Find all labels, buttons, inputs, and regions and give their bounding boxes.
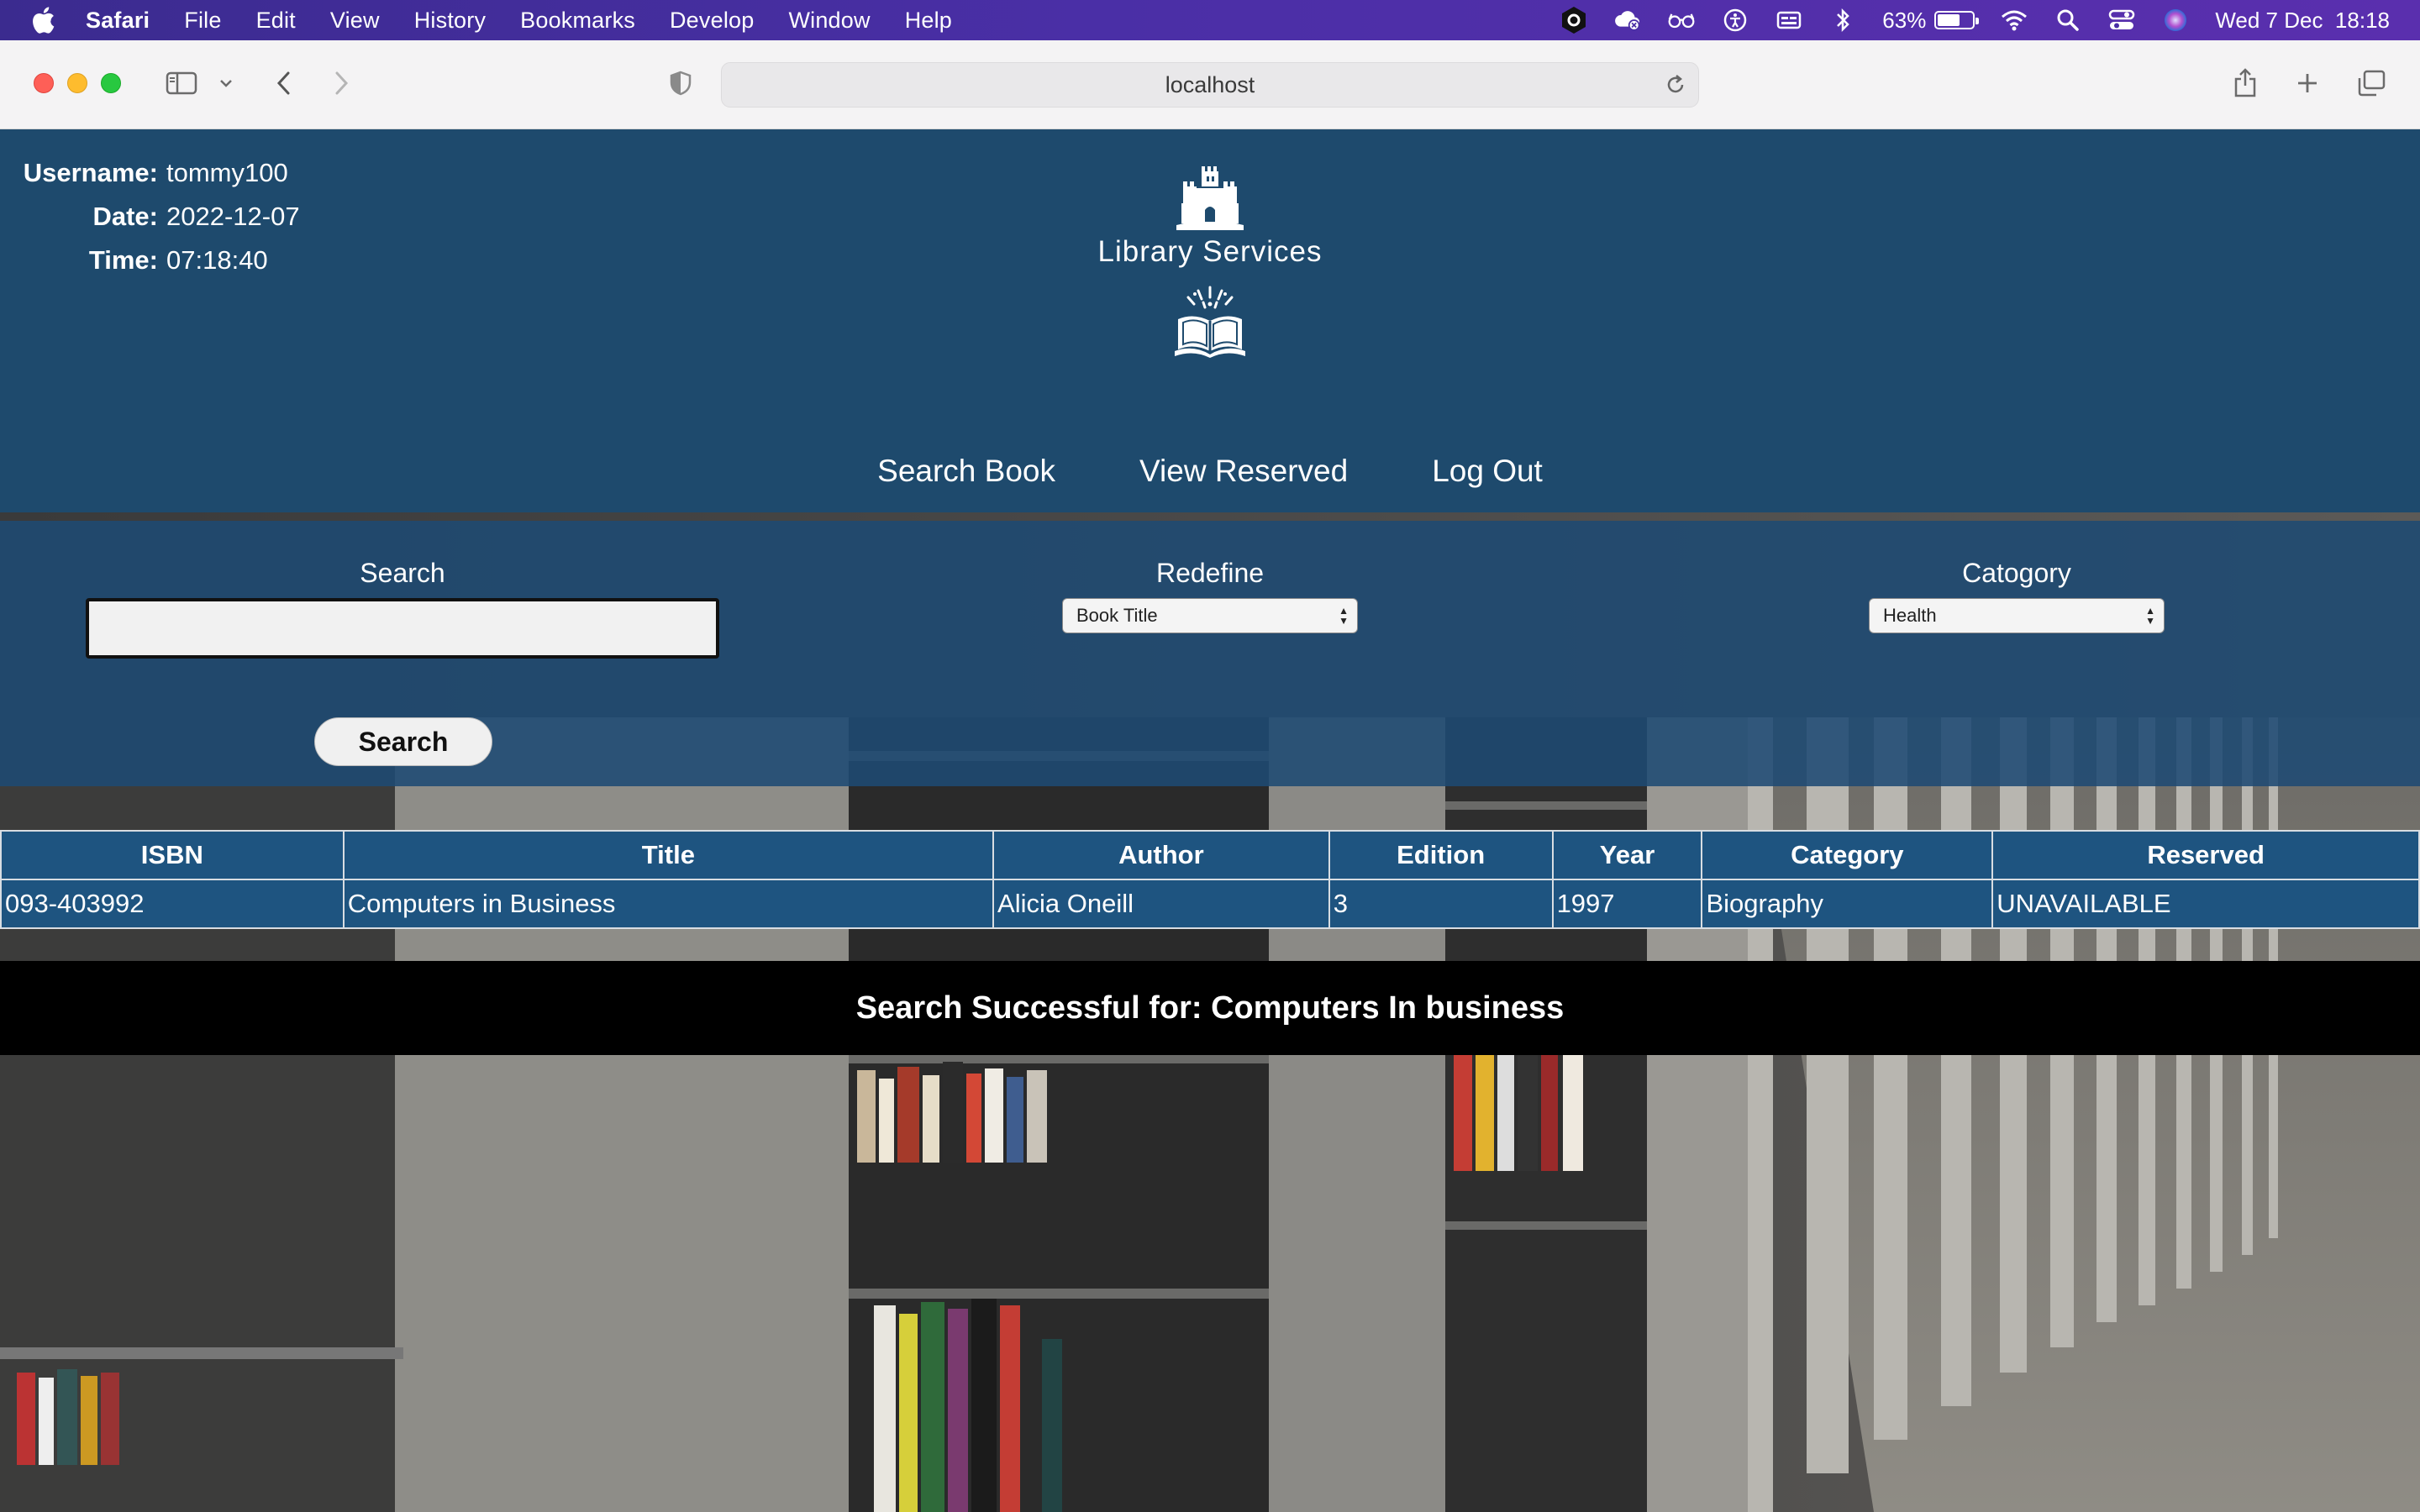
shield-icon[interactable] <box>667 64 694 102</box>
browser-toolbar: localhost <box>0 40 2420 129</box>
spotlight-search-icon[interactable] <box>2054 6 2082 34</box>
search-status-message: Search Successful for: Computers In busi… <box>0 961 2420 1055</box>
time-value: 07:18:40 <box>166 245 268 275</box>
main-nav: Search Book View Reserved Log Out <box>0 454 2420 489</box>
column-header-title[interactable]: Title <box>342 830 995 880</box>
battery-icon <box>1934 11 1980 29</box>
nav-log-out[interactable]: Log Out <box>1432 454 1543 489</box>
control-center-icon[interactable] <box>2107 6 2136 34</box>
reload-icon[interactable] <box>1665 73 1686 102</box>
column-header-reserved[interactable]: Reserved <box>1991 830 2420 880</box>
menu-app-name[interactable]: Safari <box>86 8 150 34</box>
share-icon[interactable] <box>2230 64 2260 102</box>
apple-menu-icon[interactable] <box>32 6 57 34</box>
table-header-row: ISBN Title Author Edition Year Category … <box>0 830 2420 880</box>
redefine-select[interactable]: Book Title ▲ ▼ <box>1062 598 1358 633</box>
hexagon-app-icon[interactable] <box>1560 6 1588 34</box>
cell-category: Biography <box>1701 879 1994 929</box>
column-header-year[interactable]: Year <box>1551 830 1703 880</box>
time-label: Time: <box>88 245 158 275</box>
select-arrows-icon: ▲ ▼ <box>1339 605 1349 627</box>
nav-view-reserved[interactable]: View Reserved <box>1139 454 1348 489</box>
column-header-edition[interactable]: Edition <box>1328 830 1554 880</box>
open-book-logo-icon <box>1173 286 1247 362</box>
category-select[interactable]: Health ▲ ▼ <box>1869 598 2165 633</box>
cell-title: Computers in Business <box>342 879 995 929</box>
accessibility-icon[interactable] <box>1721 6 1749 34</box>
column-header-author[interactable]: Author <box>992 830 1330 880</box>
menu-file[interactable]: File <box>184 8 221 34</box>
tab-overview-icon[interactable] <box>2354 64 2388 102</box>
search-input[interactable] <box>86 598 719 659</box>
glasses-icon[interactable] <box>1667 6 1696 34</box>
minimize-window-button[interactable] <box>67 73 87 93</box>
castle-logo-icon <box>1176 165 1244 234</box>
search-label: Search <box>360 558 445 588</box>
menu-bar-clock[interactable]: Wed 7 Dec 18:18 <box>2215 8 2390 34</box>
column-header-category[interactable]: Category <box>1701 830 1994 880</box>
select-arrows-icon: ▲ ▼ <box>2145 605 2155 627</box>
battery-percent: 63% <box>1882 7 1927 33</box>
username-label: Username: <box>23 158 158 187</box>
site-title: Library Services <box>1097 235 1323 268</box>
bluetooth-icon[interactable] <box>1828 6 1857 34</box>
close-window-button[interactable] <box>34 73 54 93</box>
cell-edition: 3 <box>1328 879 1554 929</box>
back-icon[interactable] <box>271 64 296 102</box>
cell-isbn: 093-403992 <box>0 879 345 929</box>
new-tab-icon[interactable] <box>2292 64 2323 102</box>
cell-author: Alicia Oneill <box>992 879 1330 929</box>
wifi-icon[interactable] <box>2000 6 2028 34</box>
menu-bar-status-area: 63% Wed 7 Dec 18:18 <box>1560 0 2390 40</box>
menu-window[interactable]: Window <box>788 8 870 34</box>
keyboard-icon[interactable] <box>1775 6 1803 34</box>
menu-edit[interactable]: Edit <box>256 8 296 34</box>
sidebar-icon[interactable] <box>163 64 200 102</box>
cell-reserved[interactable]: UNAVAILABLE <box>1991 879 2420 929</box>
menu-history[interactable]: History <box>414 8 486 34</box>
results-table: ISBN Title Author Edition Year Category … <box>0 830 2420 929</box>
time-row: Time: 07:18:40 <box>17 239 300 282</box>
creative-cloud-icon[interactable] <box>1613 6 1642 34</box>
menu-develop[interactable]: Develop <box>670 8 754 34</box>
address-bar[interactable]: localhost <box>721 62 1699 108</box>
username-value: tommy100 <box>166 158 288 187</box>
table-row[interactable]: 093-403992 Computers in Business Alicia … <box>0 879 2420 929</box>
cell-year: 1997 <box>1551 879 1703 929</box>
redefine-label: Redefine <box>1155 558 1265 588</box>
chevron-down-icon[interactable] <box>217 64 235 102</box>
search-panel: Search Search Redefine Book Title ▲ ▼ Cat… <box>0 521 2420 786</box>
battery-indicator[interactable]: 63% <box>1882 7 1980 34</box>
username-row: Username: tommy100 <box>17 151 300 195</box>
zoom-window-button[interactable] <box>101 73 121 93</box>
menu-bookmarks[interactable]: Bookmarks <box>520 8 635 34</box>
date-value: 2022-12-07 <box>166 202 300 231</box>
menu-view[interactable]: View <box>330 8 380 34</box>
redefine-selected-value: Book Title <box>1076 605 1158 626</box>
nav-search-book[interactable]: Search Book <box>877 454 1055 489</box>
search-button[interactable]: Search <box>314 717 492 766</box>
forward-icon[interactable] <box>329 64 355 102</box>
category-selected-value: Health <box>1883 605 1937 626</box>
web-page: Username: tommy100 Date: 2022-12-07 Time… <box>0 129 2420 1512</box>
url-text: localhost <box>1165 71 1255 97</box>
battery-level-fill <box>1938 14 1960 26</box>
menu-help[interactable]: Help <box>905 8 952 34</box>
menu-bar: Safari File Edit View History Bookmarks … <box>0 0 2420 40</box>
siri-icon[interactable] <box>2161 6 2190 34</box>
date-label: Date: <box>92 202 158 231</box>
column-header-isbn[interactable]: ISBN <box>0 830 345 880</box>
date-row: Date: 2022-12-07 <box>17 195 300 239</box>
window-controls <box>34 73 121 93</box>
user-info-panel: Username: tommy100 Date: 2022-12-07 Time… <box>17 151 300 282</box>
category-label: Catogory <box>1962 558 2071 588</box>
site-header: Username: tommy100 Date: 2022-12-07 Time… <box>0 129 2420 512</box>
